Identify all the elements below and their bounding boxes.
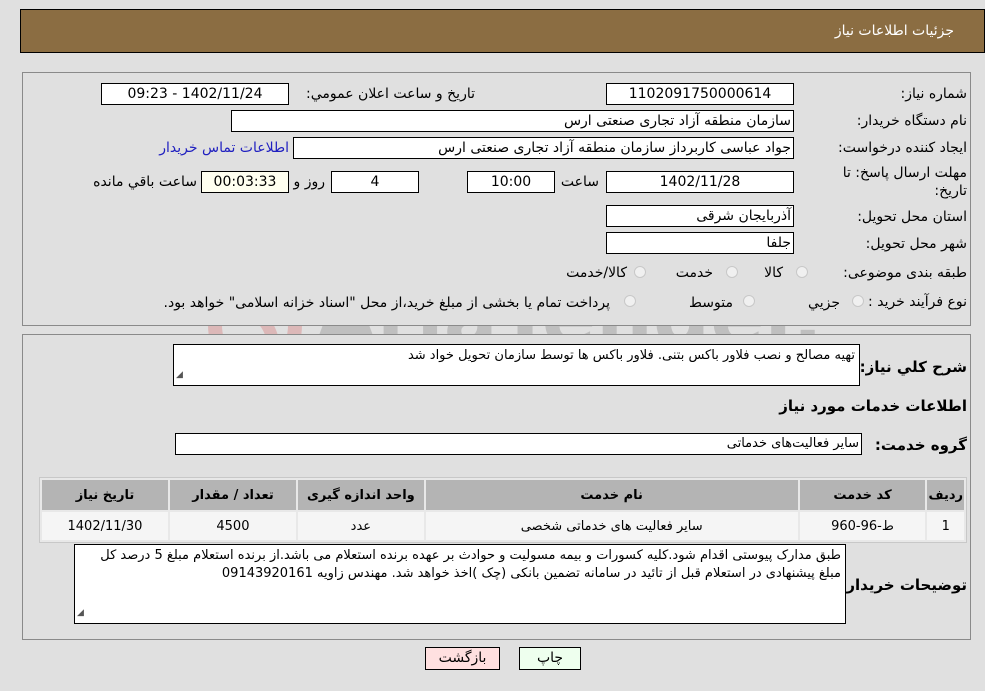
treasury-checkbox[interactable]	[624, 295, 636, 307]
description-label: شرح کلي نياز:	[859, 358, 967, 376]
buyer-notes-label: توضیحات خریدار:	[840, 576, 967, 594]
buyer-notes-textarea[interactable]: طبق مدارک پیوستی اقدام شود.کلیه کسورات و…	[74, 544, 846, 624]
requester-label: ایجاد کننده درخواست:	[838, 140, 967, 156]
service-group-field: سایر فعالیت‌های خدماتی	[175, 433, 862, 455]
page-title: جزئیات اطلاعات نیاز	[834, 23, 954, 39]
purchase-option-medium: متوسط	[689, 295, 733, 311]
deadline-date-field: 1402/11/28	[606, 171, 794, 193]
cell-service-code: ط-96-960	[799, 512, 926, 540]
service-group-label: گروه خدمت:	[874, 436, 967, 454]
description-text: تهیه مصالح و نصب فلاور باکس بتنی. فلاور …	[407, 348, 855, 363]
city-field: جلفا	[606, 232, 794, 254]
resize-grip-icon[interactable]: ◢	[77, 604, 84, 622]
announce-datetime-field: 1402/11/24 - 09:23	[101, 83, 289, 105]
deadline-label-line1: مهلت ارسال پاسخ: تا	[842, 165, 967, 181]
deadline-time-field: 10:00	[467, 171, 555, 193]
page-header: جزئیات اطلاعات نیاز	[20, 9, 985, 53]
category-option-goods-service: کالا/خدمت	[566, 265, 627, 281]
days-label: روز و	[293, 174, 326, 190]
announce-datetime-label: تاریخ و ساعت اعلان عمومي:	[306, 86, 475, 102]
services-table: ردیف کد خدمت نام خدمت واحد اندازه گیری ت…	[39, 477, 967, 543]
resize-grip-icon[interactable]: ◢	[176, 366, 183, 384]
remaining-days-field: 4	[331, 171, 419, 193]
table-header-row: ردیف کد خدمت نام خدمت واحد اندازه گیری ت…	[42, 480, 964, 510]
remaining-time-field: 00:03:33	[201, 171, 289, 193]
category-radio-service[interactable]	[726, 266, 738, 278]
table-row: 1 ط-96-960 سایر فعالیت های خدماتی شخصی ع…	[42, 512, 964, 540]
treasury-note: پرداخت تمام یا بخشی از مبلغ خرید،از محل …	[163, 295, 610, 311]
cell-need-date: 1402/11/30	[42, 512, 168, 540]
col-quantity: تعداد / مقدار	[169, 480, 296, 510]
description-textarea[interactable]: تهیه مصالح و نصب فلاور باکس بتنی. فلاور …	[173, 344, 860, 386]
buyer-notes-text: طبق مدارک پیوستی اقدام شود.کلیه کسورات و…	[100, 548, 841, 581]
back-button[interactable]: بازگشت	[425, 647, 500, 670]
category-option-goods: کالا	[764, 265, 783, 281]
deadline-time-label: ساعت	[560, 174, 599, 190]
purchase-radio-medium[interactable]	[743, 295, 755, 307]
province-field: آذربایجان شرقی	[606, 205, 794, 227]
cell-row-number: 1	[927, 512, 964, 540]
cell-service-name: سایر فعالیت های خدماتی شخصی	[425, 512, 798, 540]
cell-unit: عدد	[297, 512, 424, 540]
deadline-label-line2: تاریخ:	[934, 183, 967, 199]
need-number-field: 1102091750000614	[606, 83, 794, 105]
services-section-title: اطلاعات خدمات مورد نیاز	[779, 397, 967, 415]
buyer-org-label: نام دستگاه خريدار:	[856, 113, 967, 129]
col-service-name: نام خدمت	[425, 480, 798, 510]
col-need-date: تاریخ نیاز	[42, 480, 168, 510]
print-button[interactable]: چاپ	[519, 647, 581, 670]
requester-field: جواد عباسی کاربرداز سازمان منطقه آزاد تج…	[293, 137, 794, 159]
category-radio-goods-service[interactable]	[634, 266, 646, 278]
col-unit: واحد اندازه گیری	[297, 480, 424, 510]
purchase-option-minor: جزيي	[808, 295, 840, 311]
purchase-type-label: نوع فرآیند خرید :	[868, 294, 967, 310]
category-label: طبقه بندی موضوعی:	[843, 265, 967, 281]
col-service-code: کد خدمت	[799, 480, 926, 510]
cell-quantity: 4500	[169, 512, 296, 540]
purchase-radio-minor[interactable]	[852, 295, 864, 307]
buyer-org-field: سازمان منطقه آزاد تجاری صنعتی ارس	[231, 110, 794, 132]
province-label: استان محل تحویل:	[857, 209, 967, 225]
col-row-number: ردیف	[927, 480, 964, 510]
need-number-label: شماره نیاز:	[900, 86, 968, 102]
remaining-time-label: ساعت باقي مانده	[93, 174, 197, 190]
buyer-contact-link[interactable]: اطلاعات تماس خریدار	[159, 140, 289, 156]
category-option-service: خدمت	[675, 265, 713, 281]
city-label: شهر محل تحویل:	[865, 236, 967, 252]
category-radio-goods[interactable]	[796, 266, 808, 278]
